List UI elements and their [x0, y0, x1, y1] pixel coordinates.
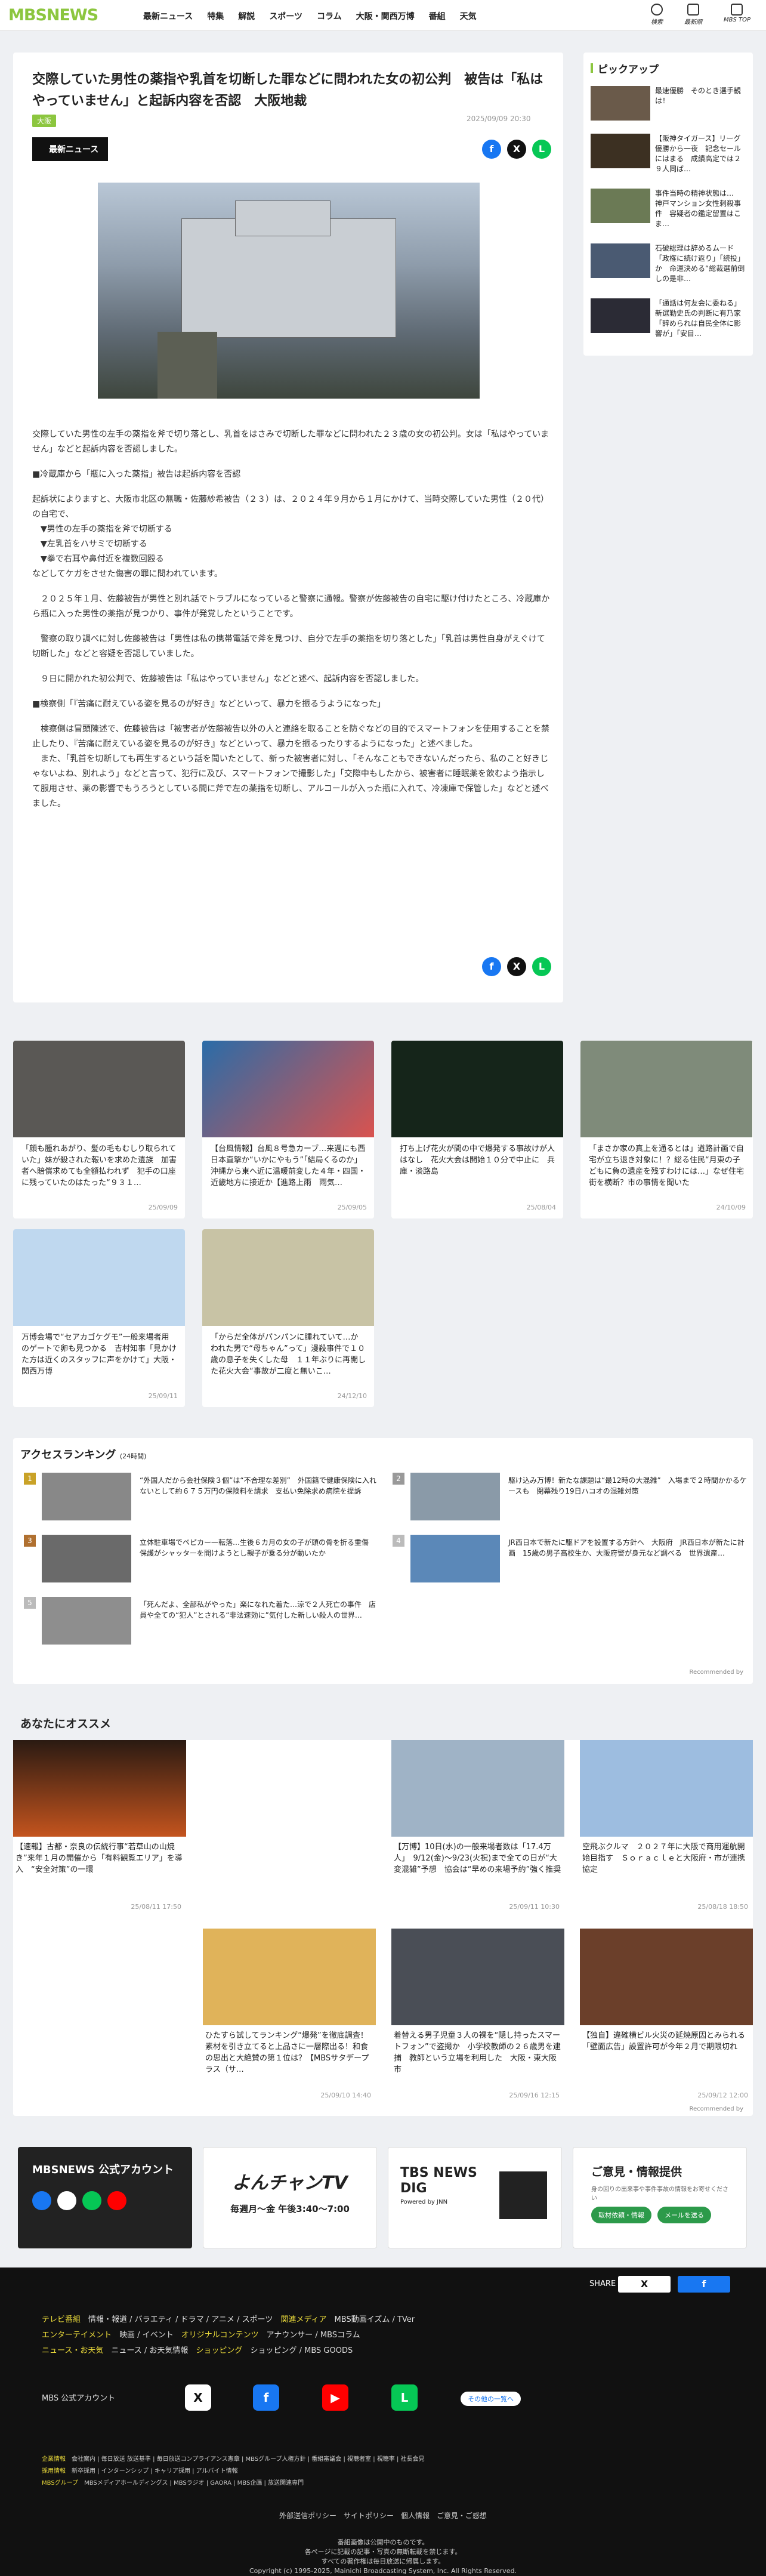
recommend-card[interactable]: 空飛ぶクルマ ２０２７年に大阪で商用運航開始目指す Ｓｏｒａｃｌｅと大阪府・市が… — [580, 1740, 753, 1913]
facebook-share-icon[interactable]: f — [482, 140, 501, 159]
share-bar: SHARE X f — [0, 2268, 766, 2302]
share-top: fXL — [482, 140, 551, 159]
facebook-share-button[interactable]: f — [678, 2276, 730, 2293]
ranking-item[interactable]: 3 立体駐車場でペピカー一転落…生後６カ月の女の子が頭の骨を折る重傷 保護がシャッ… — [24, 1535, 382, 1582]
search-button[interactable]: 検索 — [650, 4, 663, 26]
facebook-share-icon[interactable]: f — [482, 957, 501, 976]
qr-code — [499, 2171, 547, 2219]
pickup-item[interactable]: 石破総理は辞めるムード「政権に続け返り」「続投」か 命運決める“総裁選前倒しの是… — [591, 243, 747, 291]
footer-row: ニュース・お天気 ニュース / お天気情報 ショッピング ショッピング / MB… — [42, 2346, 353, 2355]
recommend-card[interactable]: 【独自】違確横ビル火災の延焼原因とみられる「壁面広告」設置許可が今年２月で期限切… — [580, 1929, 753, 2102]
info-provide-banner[interactable]: ご意見・情報提供 身の回りの出来事や事件事故の情報をお寄せください 取材依頼・情… — [573, 2147, 747, 2248]
official-account-banner[interactable]: MBSNEWS 公式アカウント — [18, 2147, 192, 2248]
nav-explain[interactable]: 解説 — [238, 10, 255, 22]
sns-label: MBS 公式アカウント — [42, 2394, 116, 2403]
youtube-icon — [107, 2191, 126, 2210]
nav-programs[interactable]: 番組 — [429, 10, 446, 22]
ranking-item[interactable]: 4 JR西日本で新たに駆ドアを設置する方針へ 大阪府 JR西日本が新たに計画 15… — [393, 1535, 750, 1582]
footer-row: テレビ番組 情報・報道 / バラエティ / ドラマ / アニメ / スポーツ 関… — [42, 2315, 415, 2324]
x-share-icon[interactable]: X — [507, 140, 526, 159]
line-share-icon[interactable]: L — [532, 140, 551, 159]
nav-column[interactable]: コラム — [317, 10, 342, 22]
news-card[interactable]: 「からだ全体がパンパンに腫れていて…かわれた男で“母ちゃん”って」漫殺事件で１０… — [202, 1229, 374, 1407]
x-share-button[interactable]: X — [618, 2276, 671, 2293]
policy-links: 外部送信ポリシー サイトポリシー 個人情報 ご意見・ご感想 — [279, 2512, 487, 2520]
pickup-item[interactable]: 「通話は何友会に委ねる」新選勤史氏の判断に有乃家「辞められは自民全体に影響が」「… — [591, 298, 747, 346]
ranking-item[interactable]: 2 駆け込み万博！新たな課題は“最12時の大混雑” 入場まで２時間かかるケースも … — [393, 1473, 750, 1520]
article: 交際していた男性の薬指や乳首を切断した罪などに問われた女の初公判 被告は「私はや… — [13, 53, 563, 1002]
recommend-card[interactable]: 【万博】10日(水)の一般来場者数は「17.4万人」 9/12(金)〜9/23(… — [391, 1740, 564, 1913]
mbs-news-logo[interactable]: MBSNEWS — [8, 6, 98, 24]
request-button[interactable]: 取材依頼・情報 — [591, 2207, 651, 2223]
pickup-heading: ピックアップ — [591, 61, 659, 76]
news-card[interactable]: 【台風情報】台風８号急カーブ…来週にも西日本直撃か“いかにやもう”「結局くるのか… — [202, 1041, 374, 1218]
facebook-icon[interactable]: f — [253, 2384, 279, 2411]
news-card[interactable]: 万博会場で“セアカゴケグモ”一般来場者用のゲートで卵も見つかる 吉村知事「見かけ… — [13, 1229, 185, 1407]
news-card[interactable]: 打ち上げ花火が間の中で爆発する事故けが人はなし 花火大会は開始１０分で中止に 兵… — [391, 1041, 563, 1218]
news-card[interactable]: 「まさか家の真上を通るとは」道路計画で自宅が立ち退き対象に！？総る住民“月東の子… — [580, 1041, 753, 1218]
region-tag[interactable]: 大阪 — [32, 115, 57, 127]
facebook-icon — [32, 2191, 51, 2210]
recommend-section: あなたにオススメ 【速報】古都・奈良の伝統行事“若草山の山焼き”来年１月の開催か… — [13, 1717, 753, 2116]
copyright: 番組画像は公開中のものです。 各ページに記載の記事・写真の無断転載を禁じます。 すべ… — [249, 2538, 517, 2575]
nav-feature[interactable]: 特集 — [207, 10, 224, 22]
yonchan-tv-banner[interactable]: よんチャンTV 毎週月〜金 午後3:40〜7:00 — [203, 2147, 377, 2248]
x-icon[interactable]: X — [185, 2384, 211, 2411]
courthouse-photo — [98, 183, 480, 399]
pickup-sidebar: ピックアップ 最速優勝 そのとき選手観は！ 【阪神タイガース】リーグ優勝から一夜… — [583, 53, 753, 356]
recommend-card[interactable]: 【速報】古都・奈良の伝統行事“若草山の山焼き”来年１月の開催から「有料観覧エリア… — [13, 1740, 186, 1913]
global-nav: 最新ニュース 特集 解説 スポーツ コラム 大阪・関西万博 番組 天気 — [143, 10, 477, 22]
more-accounts-link[interactable]: その他の一覧へ — [461, 2392, 521, 2406]
ranking-item[interactable]: 5 「死んだよ、全部私がやった」楽になれた着た…涼で２人死亡の事件 店員や全ての“… — [24, 1597, 382, 1645]
latest-order-button[interactable]: 最新順 — [684, 4, 702, 26]
youtube-icon[interactable]: ▶ — [322, 2384, 348, 2411]
line-icon — [82, 2191, 101, 2210]
line-icon[interactable]: L — [391, 2384, 418, 2411]
site-header: MBSNEWS 最新ニュース 特集 解説 スポーツ コラム 大阪・関西万博 番組… — [0, 0, 766, 31]
nav-weather[interactable]: 天気 — [460, 10, 477, 22]
line-share-icon[interactable]: L — [532, 957, 551, 976]
nav-sports[interactable]: スポーツ — [269, 10, 302, 22]
latest-news-label: 最新ニュース — [32, 137, 109, 161]
recommended-by[interactable]: Recommended by — [689, 2106, 743, 2112]
article-title: 交際していた男性の薬指や乳首を切断した罪などに問われた女の初公判 被告は「私はや… — [32, 72, 543, 109]
search-icon — [650, 4, 663, 16]
share-bottom: fXL — [482, 957, 551, 976]
recommend-card[interactable]: 着替える男子児童３人の裸を“隠し持ったスマートフォン”で盗撮か 小学校教師の２６… — [391, 1929, 564, 2102]
pickup-item[interactable]: 最速優勝 そのとき選手観は！ — [591, 86, 747, 134]
ranking-heading: アクセスランキング (24時間) — [20, 1449, 147, 1461]
access-ranking: アクセスランキング (24時間) 1 “外国人だから会社保険３個”は“不合理な差別… — [13, 1438, 753, 1684]
ranking-item[interactable]: 1 “外国人だから会社保険３個”は“不合理な差別” 外国籍で健康保険に入れないとし… — [24, 1473, 382, 1520]
recommend-card[interactable]: ひたすら試してランキング“爆発”を徹底調査！ 素材を引き立てると上品さに一層際出… — [203, 1929, 376, 2102]
nav-expo[interactable]: 大阪・関西万博 — [356, 10, 415, 22]
pickup-item[interactable]: 【阪神タイガース】リーグ優勝から一夜 記念セールにはまる 成績高定では２９人同ば… — [591, 134, 747, 181]
pickup-item[interactable]: 事件当時の精神状態は… 神戸マンション女性刺殺事件 容疑者の鑑定留置はこま… — [591, 189, 747, 236]
x-share-icon[interactable]: X — [507, 957, 526, 976]
list-icon — [687, 4, 699, 16]
tbs-news-dig-banner[interactable]: TBS NEWS DIG Powered by JNN — [388, 2147, 562, 2248]
recommend-heading: あなたにオススメ — [20, 1717, 112, 1730]
mbs-top-button[interactable]: MBS TOP — [724, 4, 750, 26]
publish-date: 2025/09/09 20:30 — [467, 115, 531, 123]
site-footer: テレビ番組 情報・報道 / バラエティ / ドラマ / アニメ / スポーツ 関… — [0, 2302, 766, 2576]
x-icon — [57, 2191, 76, 2210]
tv-icon — [731, 4, 743, 16]
recommended-by[interactable]: Recommended by — [689, 1669, 743, 1676]
footer-row: エンターテイメント 映画 / イベント オリジナルコンテンツ アナウンサー / … — [42, 2331, 360, 2340]
footer-links: 企業情報 会社案内 | 毎日放送 放送基準 | 毎日放送コンプライアンス憲章 |… — [42, 2456, 425, 2486]
mail-button[interactable]: メールを送る — [657, 2207, 711, 2223]
article-body: 交際していた男性の左手の薬指を斧で切り落とし、乳首をはさみで切断した罪などに問わ… — [32, 430, 550, 809]
news-card[interactable]: 「顔も腫れあがり、髪の毛もむしり取られていた」妹が殺された報いを求めた遺族 加害… — [13, 1041, 185, 1218]
nav-latest[interactable]: 最新ニュース — [143, 10, 193, 22]
